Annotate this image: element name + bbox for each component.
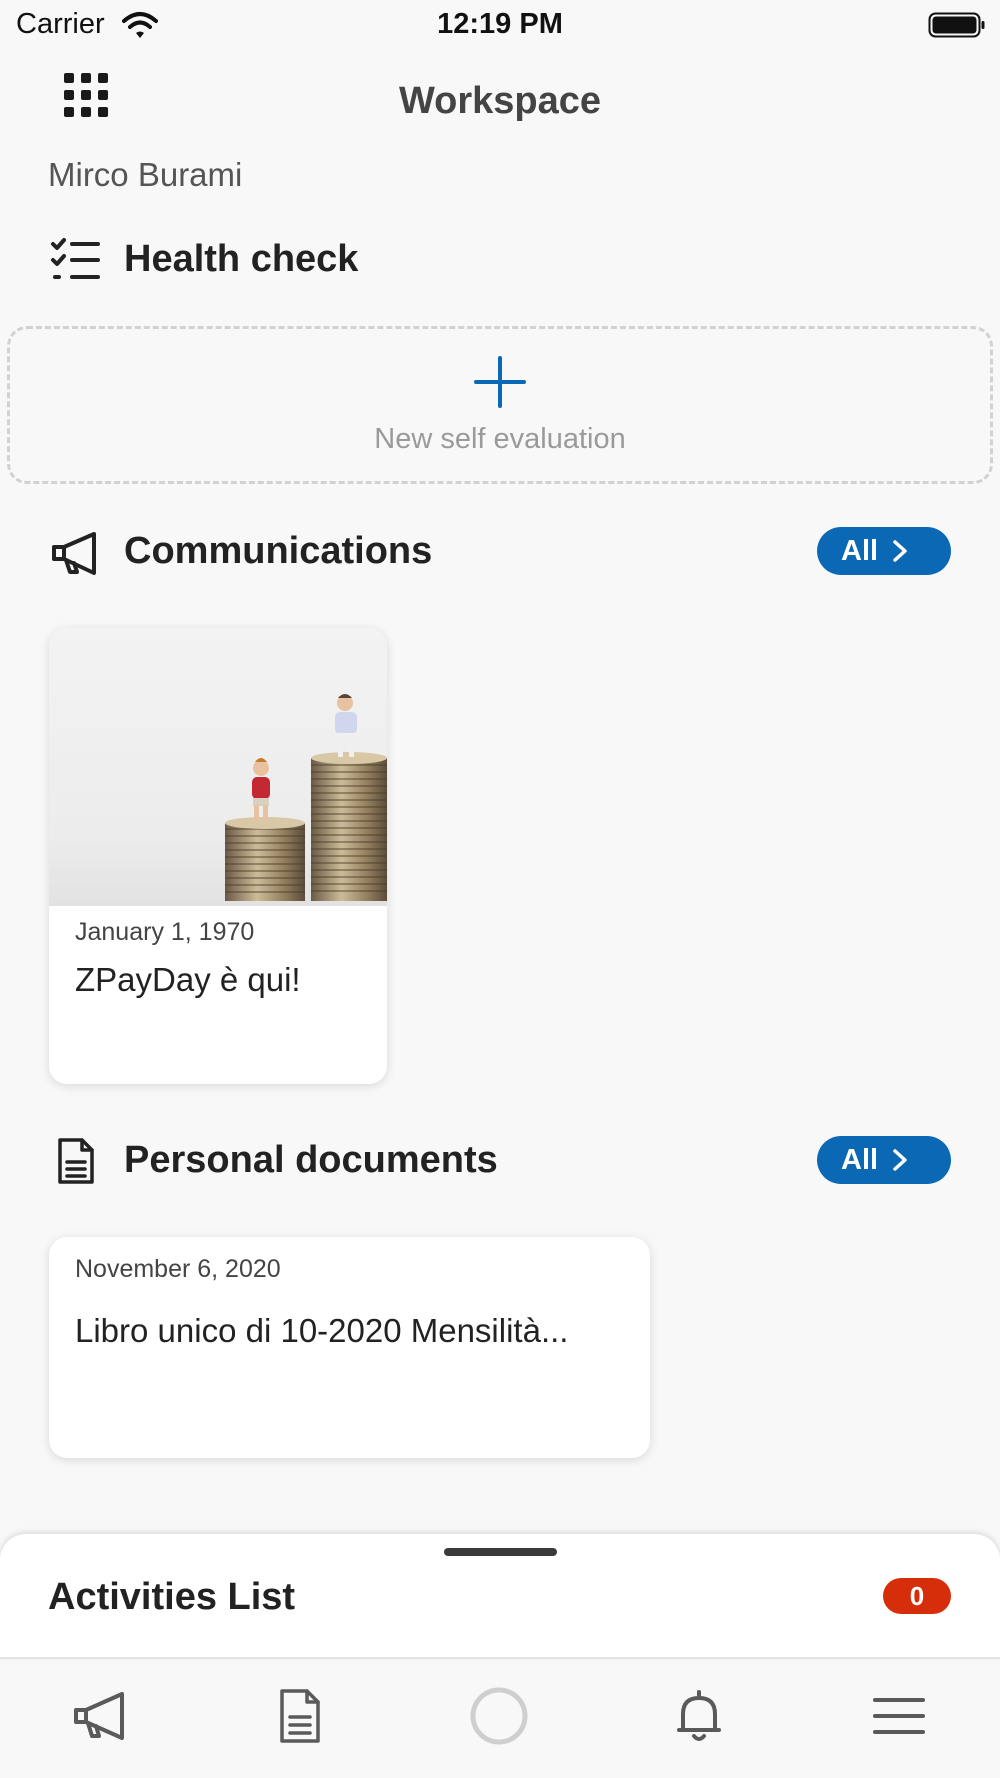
activities-title: Activities List bbox=[48, 1576, 296, 1618]
user-name: Mirco Burami bbox=[48, 156, 243, 193]
tab-menu[interactable] bbox=[869, 1686, 929, 1746]
document-icon bbox=[280, 1689, 320, 1743]
bell-icon bbox=[677, 1690, 721, 1741]
tab-documents[interactable] bbox=[270, 1686, 330, 1746]
tab-home[interactable] bbox=[469, 1686, 529, 1746]
health-check-title: Health check bbox=[124, 238, 359, 280]
sheet-drag-handle[interactable] bbox=[444, 1548, 557, 1556]
battery-icon bbox=[928, 12, 985, 38]
page-title: Workspace bbox=[398, 80, 602, 122]
megaphone-icon bbox=[52, 532, 96, 575]
coins-image bbox=[49, 628, 387, 906]
document-title: Libro unico di 10-2020 Mensilità... bbox=[75, 1312, 569, 1349]
chevron-right-icon bbox=[893, 540, 907, 562]
communications-all-button[interactable]: All bbox=[817, 527, 951, 575]
all-button-label: All bbox=[841, 534, 879, 567]
personal-documents-title: Personal documents bbox=[124, 1139, 498, 1181]
menu-icon bbox=[873, 1698, 925, 1734]
document-card[interactable]: November 6, 2020 Libro unico di 10-2020 … bbox=[49, 1237, 650, 1458]
plus-icon bbox=[474, 356, 526, 408]
circle-icon bbox=[470, 1687, 528, 1745]
document-date: November 6, 2020 bbox=[75, 1255, 281, 1283]
megaphone-icon bbox=[74, 1692, 124, 1740]
new-self-evaluation-label: New self evaluation bbox=[374, 423, 626, 455]
tab-communications[interactable] bbox=[70, 1686, 130, 1746]
status-time: 12:19 PM bbox=[437, 8, 563, 40]
tab-notifications[interactable] bbox=[669, 1686, 729, 1746]
all-button-label: All bbox=[841, 1143, 879, 1176]
checklist-icon bbox=[51, 238, 100, 279]
personal-documents-all-button[interactable]: All bbox=[817, 1136, 951, 1184]
communication-card[interactable]: January 1, 1970 ZPayDay è qui! bbox=[49, 628, 387, 1084]
document-icon bbox=[58, 1138, 94, 1184]
communication-title: ZPayDay è qui! bbox=[75, 961, 301, 998]
activities-count-badge: 0 bbox=[883, 1578, 951, 1614]
chevron-right-icon bbox=[893, 1149, 907, 1171]
communication-date: January 1, 1970 bbox=[75, 918, 255, 946]
communications-title: Communications bbox=[124, 530, 433, 572]
